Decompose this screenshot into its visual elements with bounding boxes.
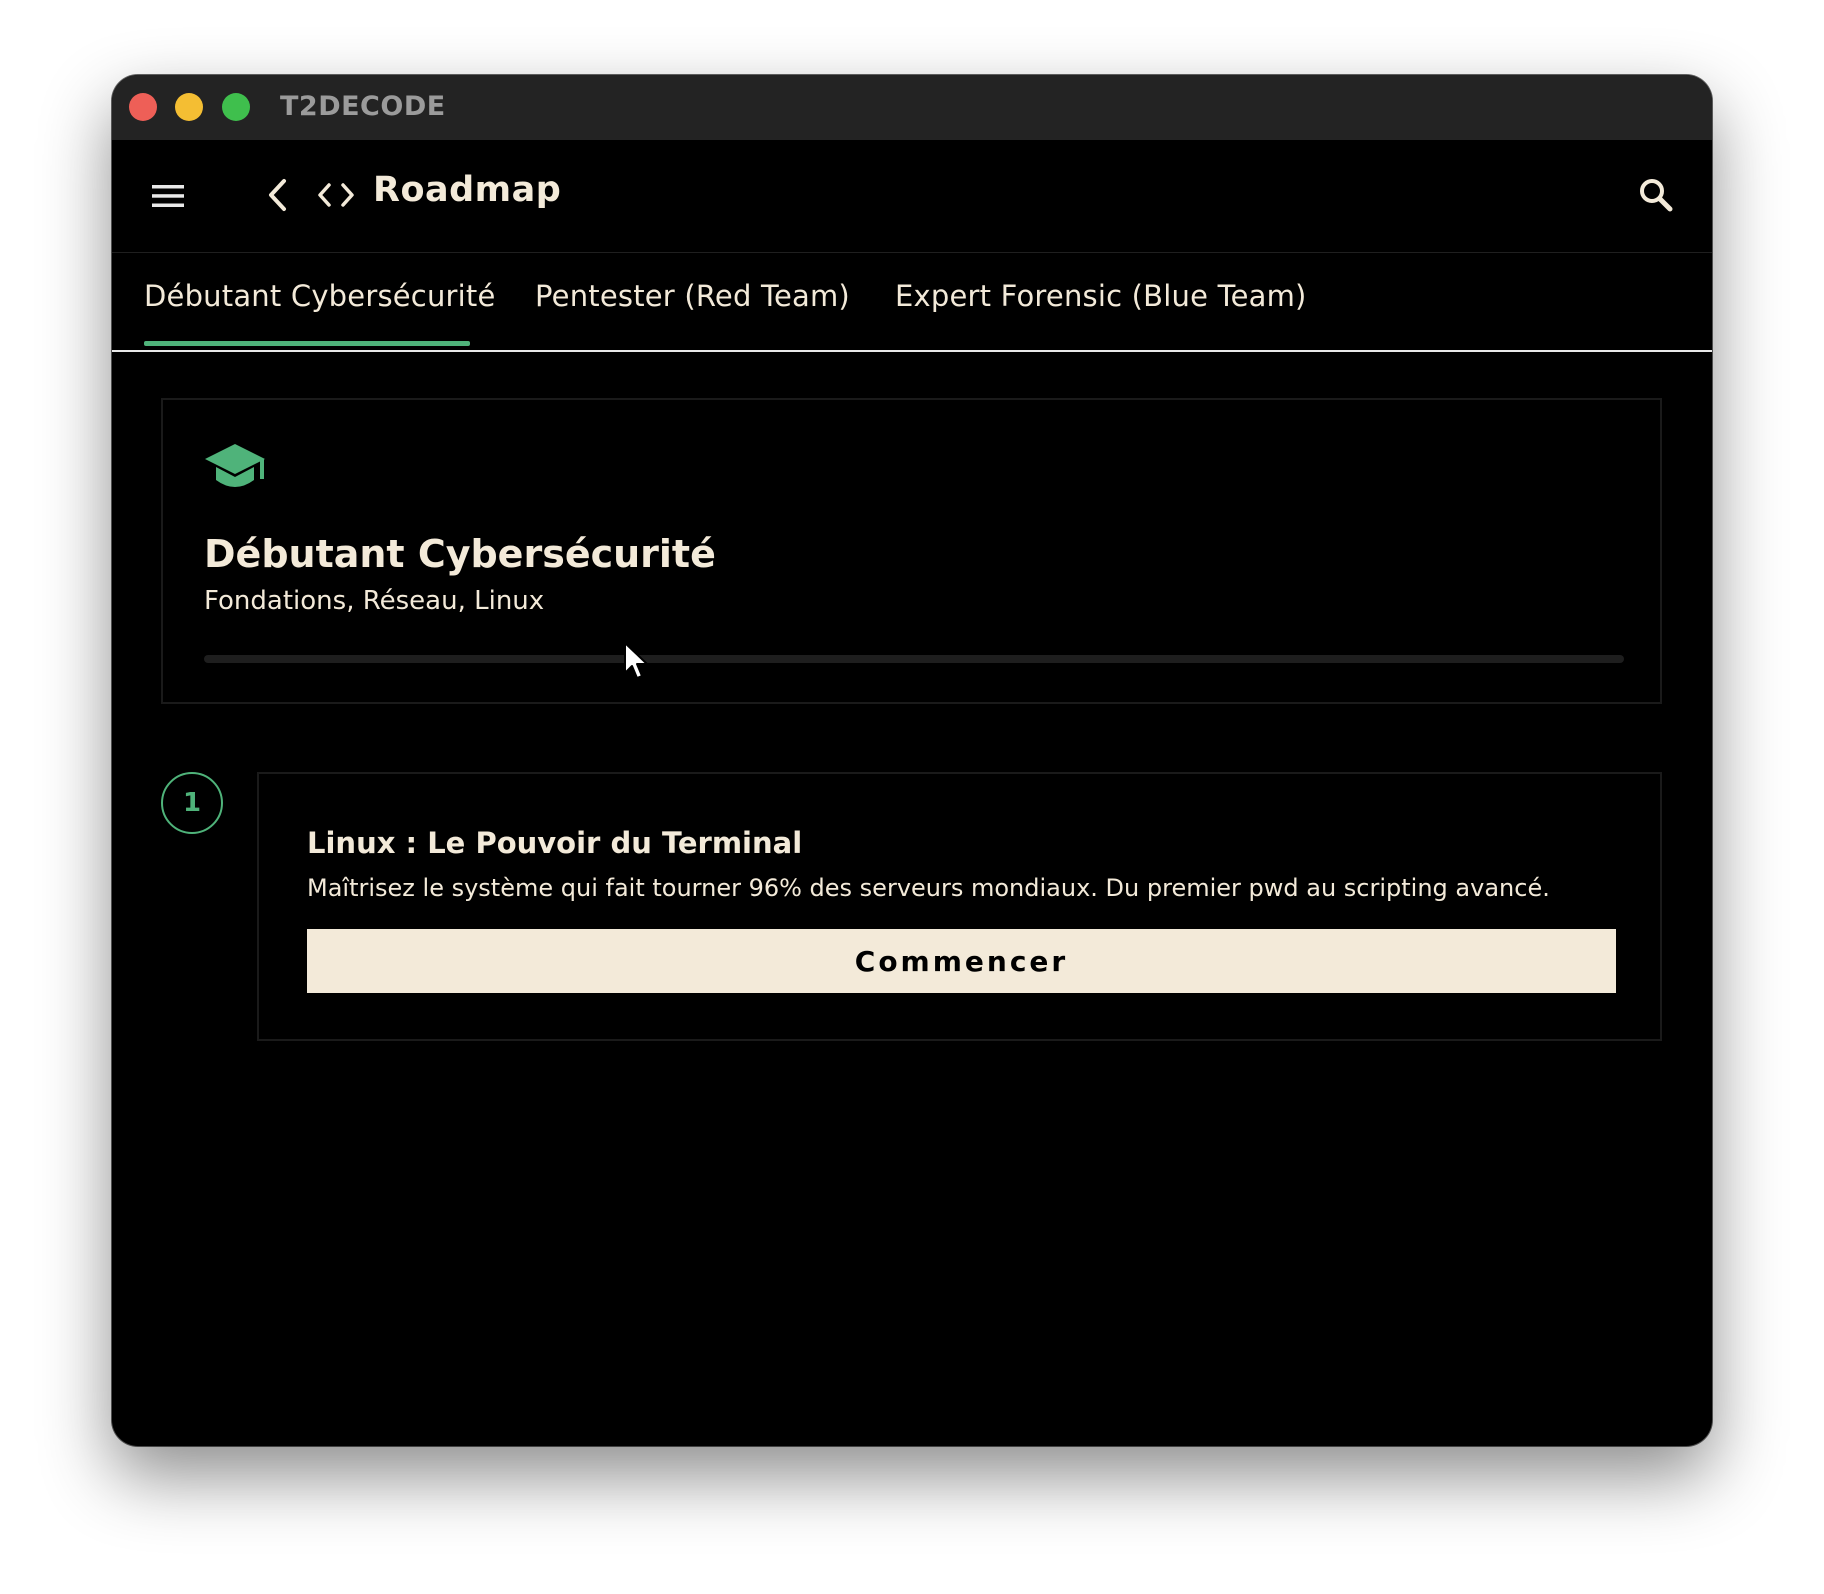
minimize-window-button[interactable] [175, 93, 203, 121]
window-titlebar[interactable]: T2DECODE [112, 75, 1712, 140]
app-bar: Roadmap [112, 140, 1712, 253]
chevron-left-icon[interactable] [258, 175, 298, 215]
search-icon[interactable] [1634, 173, 1678, 217]
graduation-cap-icon [203, 442, 267, 498]
page-title: Roadmap [373, 170, 562, 210]
module-title: Linux : Le Pouvoir du Terminal [307, 826, 803, 860]
module-card: Linux : Le Pouvoir du Terminal Maîtrisez… [257, 772, 1662, 1041]
window-title: T2DECODE [280, 91, 446, 122]
track-subtitle: Fondations, Réseau, Linux [204, 586, 545, 616]
code-brackets-icon [314, 175, 358, 215]
maximize-window-button[interactable] [222, 93, 250, 121]
app-window: T2DECODE Roadmap Débutant Cybersécurité … [112, 75, 1712, 1446]
roadmap-tabs: Débutant Cybersécurité Pentester (Red Te… [112, 253, 1712, 352]
step-number-badge: 1 [161, 772, 223, 834]
track-progress-bar [204, 655, 1624, 663]
tab-expert-forensic-blue-team[interactable]: Expert Forensic (Blue Team) [895, 279, 1307, 313]
track-header-card: Débutant Cybersécurité Fondations, Résea… [161, 398, 1662, 704]
mouse-cursor-icon [622, 641, 650, 681]
tab-debutant-cybersecurite[interactable]: Débutant Cybersécurité [144, 279, 496, 313]
active-tab-indicator [144, 341, 470, 346]
close-window-button[interactable] [129, 93, 157, 121]
start-module-button[interactable]: Commencer [307, 929, 1616, 993]
track-title: Débutant Cybersécurité [204, 532, 716, 576]
hamburger-menu-icon[interactable] [148, 178, 188, 214]
tab-pentester-red-team[interactable]: Pentester (Red Team) [535, 279, 850, 313]
module-description: Maîtrisez le système qui fait tourner 96… [307, 874, 1550, 902]
